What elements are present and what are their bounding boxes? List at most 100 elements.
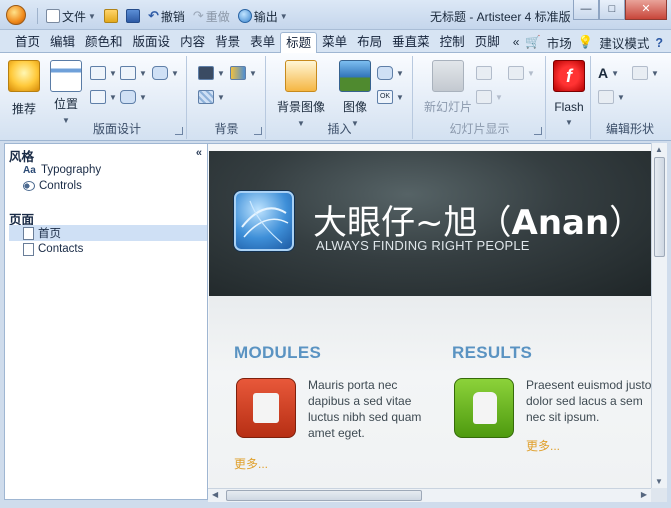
- scroll-right-icon[interactable]: ▶: [641, 490, 647, 499]
- design-preview[interactable]: 大眼仔~旭（Anan） ALWAYS FINDING RIGHT PEOPLE …: [208, 143, 651, 488]
- slide-prev-button[interactable]: [476, 64, 492, 82]
- tab-home[interactable]: 首页: [10, 32, 45, 53]
- logo-icon[interactable]: [234, 191, 294, 251]
- tab-sheet[interactable]: 布局: [352, 32, 387, 53]
- radio-control-icon: [23, 181, 35, 191]
- logo-swirl-icon: [241, 200, 289, 244]
- layout-option-3[interactable]: ▼: [152, 64, 179, 82]
- list-item-typography[interactable]: Aa Typography: [9, 162, 207, 178]
- group-edit-shape-label: 编辑形状: [605, 122, 654, 136]
- horizontal-scroll-thumb[interactable]: [226, 490, 422, 501]
- maximize-button[interactable]: □: [599, 0, 625, 20]
- slide-next-button[interactable]: ▼: [476, 88, 503, 106]
- redo-button[interactable]: ↷ 重做: [190, 6, 233, 26]
- help-icon[interactable]: ?: [655, 36, 663, 50]
- puzzle-icon: [236, 378, 296, 438]
- layout-option-4[interactable]: ▼: [90, 88, 117, 106]
- site-title-en: Anan: [511, 203, 610, 243]
- layout-option-1[interactable]: ▼: [90, 64, 117, 82]
- save-button[interactable]: [123, 6, 143, 26]
- new-slide-label: 新幻灯片: [423, 100, 472, 114]
- background-image-button[interactable]: 背景图像 ▼: [273, 60, 329, 129]
- results-more-link[interactable]: 更多...: [526, 437, 560, 454]
- undo-button[interactable]: ↶ 撤销: [145, 6, 188, 26]
- collapse-pane-button[interactable]: «: [196, 147, 202, 159]
- title-bar: 文件 ▼ ↶ 撤销 ↷ 重做 输出 ▼ 无标题 - Artisteer 4 标准…: [0, 0, 671, 30]
- group-background-launcher[interactable]: [254, 127, 262, 135]
- open-button[interactable]: [101, 6, 121, 26]
- fill-color-button[interactable]: ▼: [198, 64, 225, 82]
- file-button[interactable]: 文件 ▼: [43, 6, 99, 26]
- site-slogan[interactable]: ALWAYS FINDING RIGHT PEOPLE: [316, 238, 530, 253]
- slide-settings-button[interactable]: ▼: [508, 64, 535, 82]
- text-style-button[interactable]: A ▼: [598, 64, 619, 82]
- flash-icon: f: [553, 60, 585, 92]
- shape-effect-button[interactable]: ▼: [598, 88, 625, 106]
- app-menu-icon[interactable]: [6, 5, 26, 25]
- new-slide-button[interactable]: 新幻灯片: [420, 60, 476, 115]
- texture-icon: [198, 90, 214, 104]
- tab-controls[interactable]: 控制: [435, 32, 470, 53]
- texture-button[interactable]: ▼: [198, 88, 225, 106]
- header-banner[interactable]: 大眼仔~旭（Anan） ALWAYS FINDING RIGHT PEOPLE: [209, 151, 651, 296]
- position-button[interactable]: 位置 ▼: [48, 60, 84, 126]
- list-item-controls[interactable]: Controls: [9, 178, 207, 194]
- minimize-button[interactable]: —: [573, 0, 599, 20]
- page-item-contacts[interactable]: Contacts: [9, 241, 207, 257]
- group-layout: 推荐 位置 ▼ ▼ ▼ ▼ ▼ ▼ 版面设计: [2, 56, 187, 139]
- group-edit-shape: A ▼ ▼ ▼ 编辑形状: [592, 56, 668, 139]
- horizontal-scrollbar[interactable]: ◀ ▶: [208, 488, 651, 502]
- suggest-mode-link[interactable]: 建议模式: [599, 33, 649, 52]
- market-link[interactable]: 市场: [547, 33, 572, 52]
- tab-background[interactable]: 背景: [210, 32, 245, 53]
- tab-vertical-menu[interactable]: 垂直菜: [387, 32, 435, 53]
- scroll-up-icon[interactable]: ▲: [655, 145, 663, 154]
- image-button[interactable]: 图像 ▼: [337, 60, 373, 129]
- frame-wide-icon: [120, 66, 136, 80]
- chevron-down-icon: ▼: [109, 92, 117, 102]
- modules-more-link[interactable]: 更多...: [234, 455, 268, 472]
- group-layout-launcher[interactable]: [175, 127, 183, 135]
- group-slideshow-launcher[interactable]: [534, 127, 542, 135]
- scroll-down-icon[interactable]: ▼: [655, 477, 663, 486]
- close-button[interactable]: ✕: [625, 0, 667, 20]
- layout-option-2[interactable]: ▼: [120, 64, 147, 82]
- tab-layout[interactable]: 版面设: [128, 32, 176, 53]
- scroll-left-icon[interactable]: ◀: [212, 490, 218, 499]
- window-controls: — □ ✕: [573, 0, 667, 20]
- tab-menu[interactable]: 菜单: [317, 32, 352, 53]
- gradient-icon: [230, 66, 246, 80]
- vertical-scroll-thumb[interactable]: [654, 157, 665, 257]
- page-icon: [23, 242, 34, 256]
- gradient-button[interactable]: ▼: [230, 64, 257, 82]
- tab-content[interactable]: 内容: [175, 32, 210, 53]
- tab-colors[interactable]: 颜色和: [80, 32, 128, 53]
- export-button[interactable]: 输出 ▼: [235, 6, 291, 26]
- tabs-more-button[interactable]: «: [505, 32, 528, 53]
- scroll-corner: [651, 488, 667, 502]
- ok-button-icon: OK: [377, 90, 393, 104]
- site-title[interactable]: 大眼仔~旭（Anan）: [313, 195, 643, 244]
- file-label: 文件: [62, 9, 87, 24]
- group-layout-label: 版面设计: [92, 122, 141, 136]
- tab-forms[interactable]: 表单: [245, 32, 280, 53]
- vertical-scrollbar[interactable]: ▲ ▼: [651, 143, 667, 488]
- tab-header[interactable]: 标题: [280, 32, 318, 54]
- quick-access-toolbar: 文件 ▼ ↶ 撤销 ↷ 重做 输出 ▼: [34, 6, 291, 26]
- ribbon-tab-bar: 首页 编辑 颜色和 版面设 内容 背景 表单 标题 菜单 布局 垂直菜 控制 页…: [0, 30, 671, 54]
- button-insert[interactable]: OK ▼: [377, 88, 404, 106]
- flash-button[interactable]: f Flash ▼: [551, 60, 587, 128]
- modules-text: Mauris porta nec dapibus a sed vitae luc…: [308, 378, 422, 440]
- tab-footer[interactable]: 页脚: [470, 32, 505, 53]
- redo-icon: ↷: [192, 8, 204, 23]
- page-item-home[interactable]: 首页: [9, 225, 207, 241]
- shape-button[interactable]: ▼: [377, 64, 404, 82]
- chevron-down-icon: ▼: [617, 92, 625, 102]
- folder-icon: [103, 9, 118, 23]
- layout-option-5[interactable]: ▼: [120, 88, 147, 106]
- tab-edit[interactable]: 编辑: [45, 32, 80, 53]
- recommend-button[interactable]: 推荐: [6, 60, 42, 117]
- group-insert: 背景图像 ▼ 图像 ▼ ▼ OK ▼ 插入: [267, 56, 413, 139]
- chevron-down-icon: ▼: [611, 68, 620, 78]
- shape-fill-button[interactable]: ▼: [632, 64, 659, 82]
